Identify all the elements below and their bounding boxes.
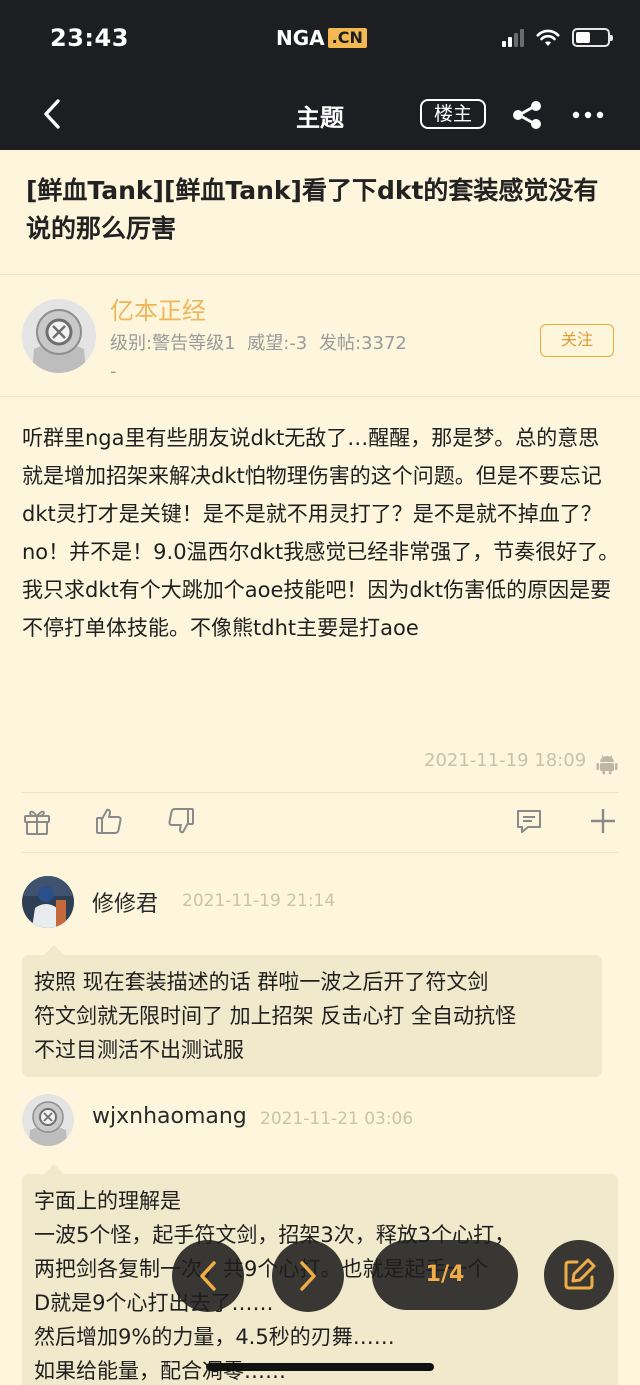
divider [22, 852, 618, 853]
status-icons [502, 28, 613, 47]
reply-header: wjxnhaomang 2021-11-21 03:06 [22, 1094, 622, 1148]
author-avatar[interactable] [22, 299, 96, 373]
navbar: 主题 楼主 [0, 80, 640, 150]
louzhu-only-button[interactable]: 楼主 [420, 99, 486, 129]
reply-line: 不过目测活不出测试服 [34, 1038, 244, 1062]
post-time: 2021-11-19 18:09 [424, 750, 587, 771]
reply-avatar[interactable] [22, 1094, 74, 1146]
post-actions [0, 806, 640, 840]
page-indicator[interactable]: 1/4 [372, 1240, 518, 1310]
battery-icon [572, 28, 613, 47]
reply-line: 符文剑就无限时间了 加上招架 反击心打 全自动抗怪 [34, 1004, 517, 1028]
chevron-right-icon [300, 1261, 316, 1291]
logo-badge: .CN [327, 28, 367, 48]
post-body: 听群里nga里有些朋友说dkt无敌了…醒醒，那是梦。总的意思就是增加招架来解决d… [22, 426, 620, 640]
nga-logo: NGA .CN [276, 26, 367, 50]
follow-button[interactable]: 关注 [540, 324, 614, 357]
reply-header: 修修君 2021-11-19 21:14 [22, 876, 622, 930]
android-icon [596, 755, 618, 775]
prev-page-button[interactable] [172, 1240, 244, 1312]
next-page-button[interactable] [272, 1240, 344, 1312]
home-indicator[interactable] [206, 1363, 434, 1371]
gift-icon[interactable] [22, 806, 52, 836]
author-name[interactable]: 亿本正经 [110, 291, 206, 326]
cellular-signal-icon [502, 28, 524, 47]
thumbs-down-icon[interactable] [166, 806, 196, 836]
more-options-icon[interactable] [570, 98, 606, 132]
wifi-icon [536, 29, 560, 46]
reply-line: 然后增加9%的力量，4.5秒的刃舞…… [34, 1325, 395, 1349]
divider [22, 792, 618, 793]
plus-icon[interactable] [588, 806, 618, 836]
reply-bubble: 按照 现在套装描述的话 群啦一波之后开了符文剑 符文剑就无限时间了 加上招架 反… [22, 945, 602, 1077]
logo-text: NGA [276, 26, 325, 50]
status-time: 23:43 [50, 24, 129, 52]
reply-line: 字面上的理解是 [34, 1189, 181, 1213]
page-title: 主题 [296, 104, 344, 132]
author-extra: - [110, 361, 117, 382]
compose-reply-button[interactable] [544, 1240, 614, 1310]
comment-icon[interactable] [514, 806, 544, 836]
share-icon[interactable] [510, 98, 544, 132]
reply-avatar[interactable] [22, 876, 74, 928]
author-meta: 级别:警告等级1 威望:-3 发帖:3372 [110, 333, 407, 354]
reply-time: 2021-11-19 21:14 [182, 891, 336, 911]
top-bar: 23:43 NGA .CN 主题 楼主 [0, 0, 640, 150]
reply-author-name[interactable]: 修修君 [92, 886, 158, 918]
thread-title: [鲜血Tank][鲜血Tank]看了下dkt的套装感觉没有说的那么厉害 [0, 150, 640, 275]
chevron-left-icon [200, 1261, 216, 1291]
reply-author-name[interactable]: wjxnhaomang [92, 1104, 247, 1129]
status-bar: 23:43 NGA .CN [0, 0, 640, 80]
reply-time: 2021-11-21 03:06 [260, 1109, 414, 1129]
thumbs-up-icon[interactable] [94, 806, 124, 836]
edit-icon [564, 1258, 596, 1290]
author-row: 亿本正经 级别:警告等级1 威望:-3 发帖:3372 - 关注 [0, 275, 640, 397]
reply-line: 按照 现在套装描述的话 群啦一波之后开了符文剑 [34, 970, 489, 994]
